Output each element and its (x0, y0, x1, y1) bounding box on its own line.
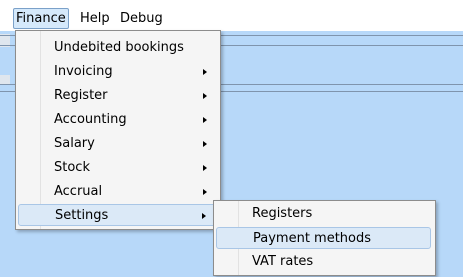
submenu-arrow-icon (203, 93, 207, 99)
menu-bar: Finance Help Debug (0, 0, 463, 31)
window-fragment (0, 75, 10, 84)
submenu-arrow-icon (203, 189, 207, 195)
menu-item-label: Accrual (54, 184, 103, 199)
menu-item-label: Invoicing (54, 64, 113, 79)
menubar-item-help[interactable]: Help (77, 9, 113, 28)
submenu-arrow-icon (203, 141, 207, 147)
menu-item-invoicing[interactable]: Invoicing (18, 61, 216, 83)
submenu-item-registers[interactable]: Registers (216, 203, 431, 225)
menubar-item-debug[interactable]: Debug (117, 9, 166, 28)
submenu-arrow-icon (203, 165, 207, 171)
menu-item-label: VAT rates (252, 254, 314, 269)
menu-item-label: Salary (54, 136, 95, 151)
submenu-item-vat-rates[interactable]: VAT rates (216, 251, 431, 273)
submenu-arrow-icon (203, 117, 207, 123)
menu-item-label: Register (54, 88, 108, 103)
finance-menu: Undebited bookings Invoicing Register Ac… (15, 30, 221, 230)
menu-item-label: Accounting (54, 112, 127, 127)
menu-item-label: Payment methods (253, 231, 372, 246)
menu-item-label: Undebited bookings (54, 40, 184, 55)
submenu-arrow-icon (203, 69, 207, 75)
menu-item-label: Settings (55, 208, 109, 223)
settings-submenu: Registers Payment methods VAT rates (213, 200, 436, 276)
menu-item-salary[interactable]: Salary (18, 133, 216, 155)
menu-item-undebited-bookings[interactable]: Undebited bookings (18, 37, 216, 59)
menu-item-accrual[interactable]: Accrual (18, 181, 216, 203)
menu-item-stock[interactable]: Stock (18, 157, 216, 179)
menu-item-settings[interactable]: Settings (18, 204, 216, 226)
menu-item-label: Registers (252, 206, 313, 221)
menubar-item-finance[interactable]: Finance (13, 8, 69, 29)
menu-item-register[interactable]: Register (18, 85, 216, 107)
menu-item-label: Stock (54, 160, 90, 175)
menu-item-accounting[interactable]: Accounting (18, 109, 216, 131)
submenu-item-payment-methods[interactable]: Payment methods (216, 227, 431, 249)
submenu-arrow-icon (202, 213, 206, 219)
